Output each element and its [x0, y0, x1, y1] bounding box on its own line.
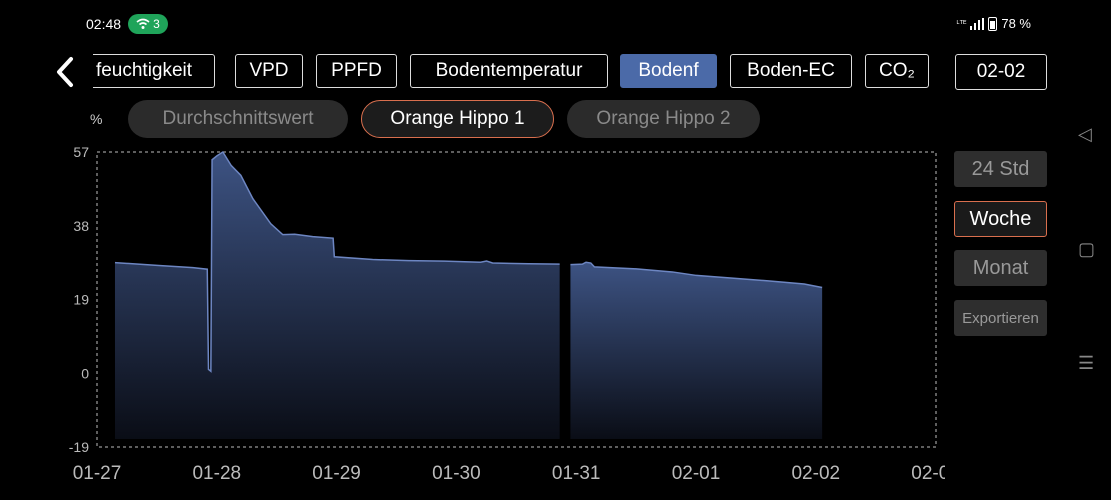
network-label: ᴸᵀᴱ: [956, 19, 967, 28]
menu-icon[interactable]: ☰: [1078, 353, 1094, 374]
x-tick-label: 01-31: [552, 463, 601, 484]
range-week-button[interactable]: Woche: [954, 201, 1047, 237]
battery-level: 78 %: [1001, 16, 1031, 31]
y-tick-label: 57: [73, 144, 89, 160]
status-right: ᴸᵀᴱ 78 %: [957, 16, 1031, 31]
y-tick-label: 38: [73, 218, 89, 234]
export-button[interactable]: Exportieren: [954, 300, 1047, 336]
soil-moisture-chart: 57 38 19 0 -19 01-27 01-28 01-29 01-30 01-31 02-0…: [69, 144, 945, 484]
x-tick-label: 02-01: [672, 463, 721, 484]
x-tick-label: 02-02: [791, 463, 840, 484]
square-icon[interactable]: ▢: [1078, 239, 1095, 260]
range-24h-button[interactable]: 24 Std: [954, 151, 1047, 187]
battery-icon: [988, 16, 998, 31]
chart-series: [114, 150, 823, 439]
x-axis: 01-27 01-28 01-29 01-30 01-31 02-01 02-02 02-03: [73, 463, 945, 484]
x-tick-label: 01-27: [73, 463, 122, 484]
range-month-button[interactable]: Monat: [954, 250, 1047, 286]
x-tick-label: 01-29: [312, 463, 361, 484]
date-picker-button[interactable]: 02-02: [955, 54, 1047, 90]
area-segment: [114, 152, 560, 439]
signal-icon: [970, 17, 985, 30]
x-tick-label: 01-30: [432, 463, 481, 484]
y-tick-label: 19: [73, 292, 89, 308]
area-segment: [570, 262, 823, 439]
x-tick-label: 01-28: [192, 463, 241, 484]
x-tick-label: 02-03: [911, 463, 945, 484]
y-tick-label: 0: [81, 365, 89, 381]
triangle-left-icon[interactable]: ◁: [1078, 124, 1092, 145]
y-tick-label: -19: [69, 439, 89, 455]
y-axis: 57 38 19 0 -19: [69, 144, 89, 455]
